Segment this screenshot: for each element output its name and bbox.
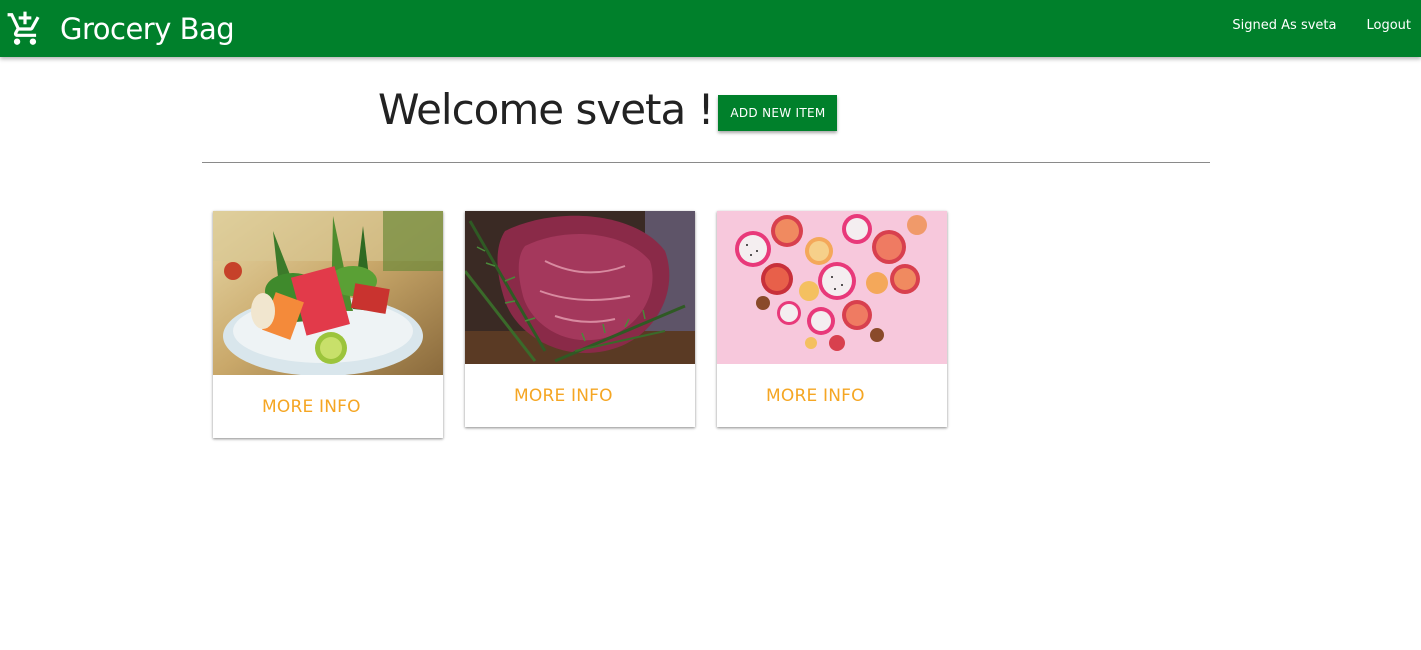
brand-title: Grocery Bag (60, 11, 235, 46)
more-info-link[interactable]: MORE INFO (262, 397, 361, 417)
card-actions: MORE INFO (717, 364, 947, 427)
add-shopping-cart-icon (6, 10, 44, 48)
top-navbar: Grocery Bag Signed As sveta Logout (0, 0, 1421, 57)
brand-link[interactable]: Grocery Bag (6, 0, 235, 57)
dragon-fruit-blood-orange-image (717, 211, 947, 364)
more-info-link[interactable]: MORE INFO (514, 386, 613, 406)
nav-actions: Signed As sveta Logout (1202, 0, 1411, 50)
logout-link[interactable]: Logout (1366, 18, 1411, 33)
add-new-item-button[interactable]: ADD NEW ITEM (718, 95, 838, 131)
item-card: MORE INFO (213, 211, 443, 438)
welcome-header: Welcome sveta ! ADD NEW ITEM (378, 84, 838, 136)
raw-meat-rosemary-image (465, 211, 695, 364)
sashimi-platter-image (213, 211, 443, 375)
signed-in-user-link[interactable]: Signed As sveta (1232, 18, 1336, 33)
card-actions: MORE INFO (213, 375, 443, 438)
header-divider (202, 162, 1210, 163)
item-card: MORE INFO (465, 211, 695, 427)
card-actions: MORE INFO (465, 364, 695, 427)
more-info-link[interactable]: MORE INFO (766, 386, 865, 406)
item-card: MORE INFO (717, 211, 947, 427)
welcome-heading: Welcome sveta ! (378, 85, 714, 134)
